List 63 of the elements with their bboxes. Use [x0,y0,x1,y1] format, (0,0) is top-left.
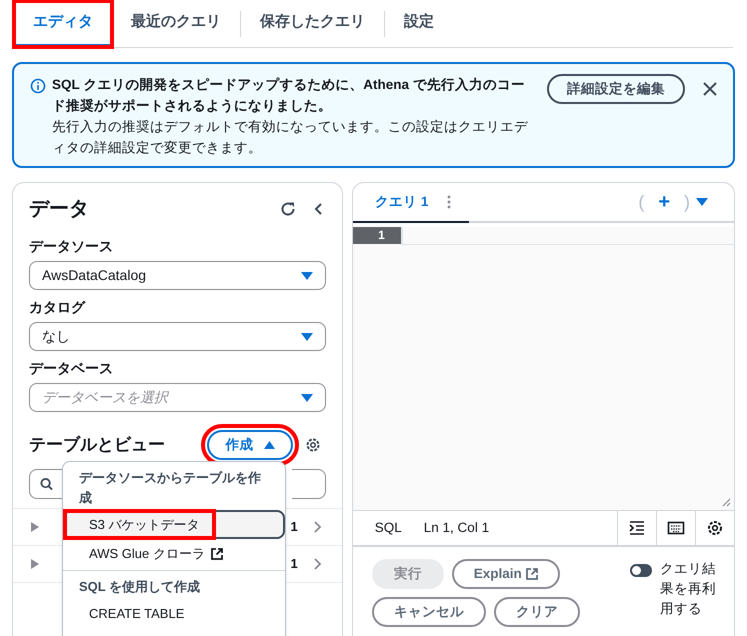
search-icon [40,477,53,491]
edit-settings-button[interactable]: 詳細設定を編集 [547,74,685,104]
caret-down-icon [300,332,313,340]
select-field[interactable]: AwsDataCatalog [29,261,326,290]
field-label: データベース [29,359,114,378]
resize-handle-icon [721,497,731,507]
banner-title: SQL クエリの開発をスピードアップするために、Athena で先行入力のコード推奨がサポートされるようになりました。 [52,76,526,115]
section-title: テーブルとビュー [29,434,166,456]
select-value: AwsDataCatalog [42,266,148,285]
action-button[interactable]: キャンセル [372,597,486,627]
close-icon [703,82,717,96]
line-number: 1 [352,227,401,244]
menu-item[interactable]: CREATE TABLE [63,599,285,628]
cursor-position: Ln 1, Col 1 [424,518,490,537]
caret-down-icon [696,198,708,206]
tab[interactable]: 保存したクエリ [241,1,384,47]
select-field[interactable]: データベースを選択 [29,383,326,412]
language-label: SQL [374,518,402,537]
paren-text: ) [684,190,690,214]
tab[interactable]: エディタ [14,1,112,47]
caret-down-icon [300,394,313,402]
paren-text: ( [638,190,644,214]
field-border [292,469,326,499]
menu-item[interactable]: S3 バケットデータ [63,510,285,539]
code-editor[interactable]: 1 [352,227,734,510]
settings-icon [706,519,724,537]
chevron-left-icon [314,203,322,215]
menu-item[interactable]: AWS Glue クローラ [63,539,285,568]
chevron-right-icon [314,521,322,533]
toggle-switch[interactable] [630,564,652,577]
action-button[interactable]: Explain [452,559,560,589]
tab[interactable]: 最近のクエリ [112,1,240,47]
panel-title: データ [29,197,90,222]
refresh-button[interactable] [280,201,296,217]
expand-triangle-icon [31,522,39,532]
chevron-right-icon [314,558,322,570]
row-count: 1 [290,555,298,574]
info-icon [30,78,46,94]
expand-triangle-icon [31,559,39,569]
banner-message: 先行入力の推奨はデフォルトで有効になっています。この設定はクエリエディタの詳細設定で変更できます。 [52,118,529,157]
keyboard-icon [667,519,685,537]
settings-icon [305,437,321,453]
menu-group-heading: データソースからテーブルを作成 [78,469,262,507]
row-count: 1 [290,518,298,536]
tab[interactable]: 設定 [385,1,453,47]
field-label: データソース [29,237,114,256]
add-tab-button[interactable]: + [658,187,670,217]
caret-up-icon [264,441,274,449]
format-icon [628,519,646,537]
external-link-icon [526,568,538,580]
field-label: カタログ [29,298,86,317]
toggle-label: クエリ結果を再利用する [660,560,717,618]
select-value: なし [42,327,71,346]
menu-group-heading: SQL を使用して作成 [78,578,202,596]
external-link-icon [210,548,223,560]
action-button[interactable]: クリア [494,597,580,627]
select-field[interactable]: なし [29,322,326,351]
collapse-button[interactable] [314,203,322,215]
query-tab[interactable]: クエリ 1 [352,183,469,223]
caret-down-icon [300,272,313,280]
select-value: データベースを選択 [42,388,170,407]
more-icon [446,195,451,209]
refresh-icon [280,201,296,217]
